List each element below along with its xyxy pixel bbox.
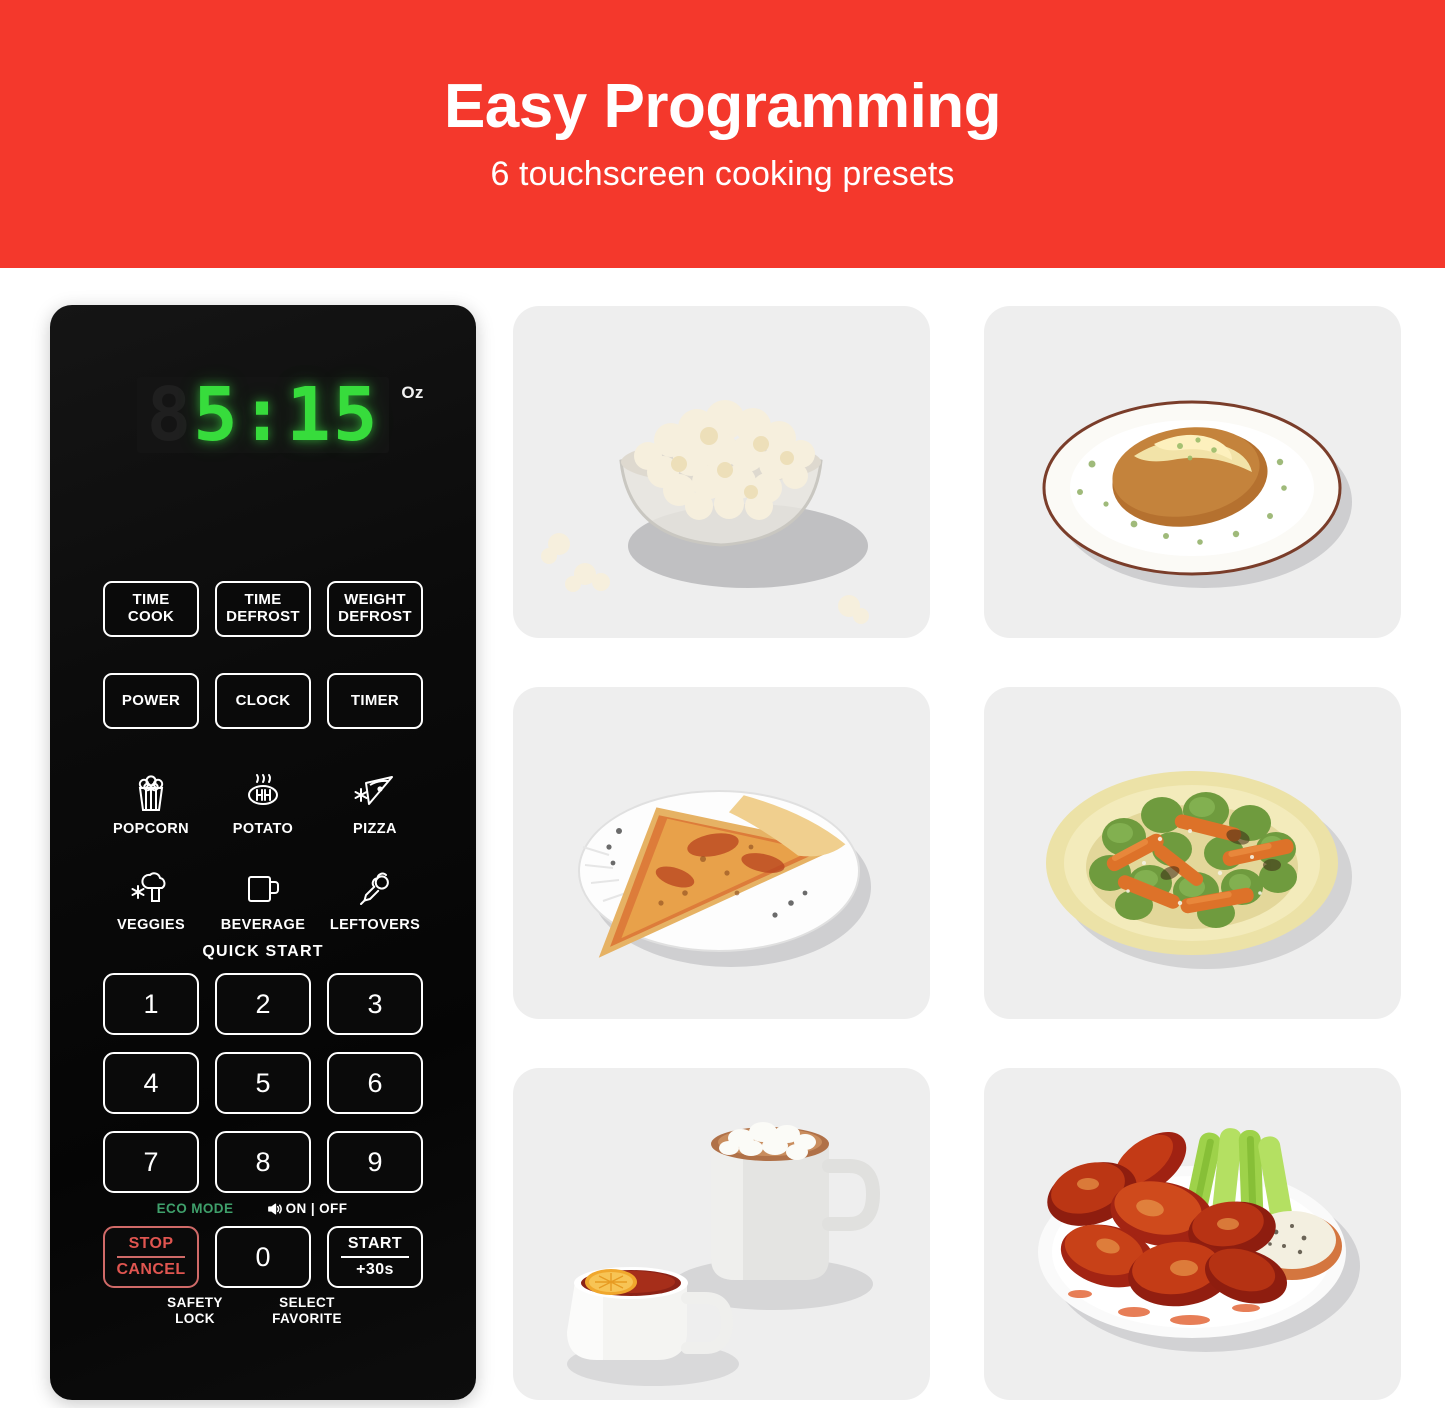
time-cook-line2: COOK (127, 608, 175, 625)
stop-cancel-button[interactable]: STOP CANCEL (103, 1226, 199, 1288)
pizza-slice-snowflake-icon (354, 770, 396, 816)
leftovers-preset-button[interactable]: LEFTOVERS (327, 853, 423, 933)
pizza-preset-button[interactable]: PIZZA (327, 757, 423, 837)
safety-lock-line2: LOCK (175, 1310, 215, 1326)
sound-toggle-text: ON | OFF (285, 1201, 348, 1216)
leftovers-preset-label: LEFTOVERS (329, 917, 421, 933)
quick-start-label: QUICK START (202, 943, 324, 960)
clock-button[interactable]: CLOCK (215, 673, 311, 729)
pizza-preset-label: PIZZA (353, 821, 397, 837)
beverage-photo (513, 1068, 930, 1400)
keypad-row-2: 4 5 6 (50, 1052, 476, 1114)
pizza-slice-photo (513, 687, 930, 1019)
veggies-preset-label: VEGGIES (116, 917, 186, 933)
beverage-preset-button[interactable]: BEVERAGE (215, 853, 311, 933)
key-5[interactable]: 5 (215, 1052, 311, 1114)
food-preset-image-grid (513, 306, 1401, 1400)
select-favorite-line1: SELECT (279, 1295, 335, 1310)
function-buttons-row-1: TIME COOK TIME DEFROST WEIGHT DEFROST (50, 581, 476, 637)
start-label: START (347, 1235, 403, 1253)
header-banner: Easy Programming 6 touchscreen cooking p… (0, 0, 1445, 268)
time-defrost-line1: TIME (244, 591, 282, 609)
mug-icon (244, 866, 282, 912)
weight-defrost-line1: WEIGHT (344, 591, 406, 609)
select-favorite-label: SELECT FAVORITE (259, 1295, 355, 1326)
popcorn-icon (134, 770, 168, 816)
weight-defrost-button[interactable]: WEIGHT DEFROST (327, 581, 423, 637)
cancel-label: CANCEL (116, 1261, 186, 1278)
potato-steam-icon (244, 770, 282, 816)
start-divider (340, 1256, 410, 1258)
broccoli-snowflake-icon (130, 866, 172, 912)
clock-label: CLOCK (235, 691, 291, 709)
display-time-value: 5:15 (193, 372, 380, 458)
display-unit-label: Oz (401, 383, 424, 402)
popcorn-tile (513, 306, 930, 638)
leftovers-tile (984, 1068, 1401, 1400)
stop-label: STOP (128, 1235, 174, 1253)
start-plus30-label: +30s (356, 1261, 394, 1278)
key-1[interactable]: 1 (103, 973, 199, 1035)
key-6[interactable]: 6 (327, 1052, 423, 1114)
power-button[interactable]: POWER (103, 673, 199, 729)
key-7[interactable]: 7 (103, 1131, 199, 1193)
preset-buttons-row-2: VEGGIES BEVERAGE LEFTOVERS (50, 853, 476, 933)
veggies-tile (984, 687, 1401, 1019)
baked-potato-photo (984, 306, 1401, 638)
keypad-row-3: 7 8 9 (50, 1131, 476, 1193)
timer-label: TIMER (350, 691, 400, 709)
key-4[interactable]: 4 (103, 1052, 199, 1114)
potato-tile (984, 306, 1401, 638)
key-0[interactable]: 0 (215, 1226, 311, 1288)
key-9[interactable]: 9 (327, 1131, 423, 1193)
safety-lock-label: SAFETY LOCK (147, 1295, 243, 1326)
timer-button[interactable]: TIMER (327, 673, 423, 729)
weight-defrost-line2: DEFROST (338, 608, 412, 625)
time-defrost-button[interactable]: TIME DEFROST (215, 581, 311, 637)
eco-mode-label: ECO MODE (156, 1201, 234, 1216)
keypad-row-1: 1 2 3 (50, 973, 476, 1035)
popcorn-preset-label: POPCORN (112, 821, 190, 837)
microwave-control-panel: 8 5:15 Oz TIME COOK TIME DEFROST WEIGHT … (50, 305, 476, 1400)
key-3[interactable]: 3 (327, 973, 423, 1035)
key-2[interactable]: 2 (215, 973, 311, 1035)
beverage-tile (513, 1068, 930, 1400)
page-subtitle: 6 touchscreen cooking presets (490, 155, 955, 194)
sound-toggle-label[interactable]: ON | OFF (259, 1201, 355, 1217)
chicken-leg-icon (356, 866, 394, 912)
lcd-screen: 8 5:15 Oz (136, 372, 423, 458)
time-cook-button[interactable]: TIME COOK (103, 581, 199, 637)
potato-preset-button[interactable]: POTATO (215, 757, 311, 837)
pizza-tile (513, 687, 930, 1019)
display-ghost-digit: 8 (146, 372, 194, 458)
product-feature-page: Easy Programming 6 touchscreen cooking p… (0, 0, 1445, 1408)
popcorn-preset-button[interactable]: POPCORN (103, 757, 199, 837)
start-button[interactable]: START +30s (327, 1226, 423, 1288)
roasted-veggies-photo (984, 687, 1401, 1019)
veggies-preset-button[interactable]: VEGGIES (103, 853, 199, 933)
potato-preset-label: POTATO (232, 821, 294, 837)
safety-lock-line1: SAFETY (167, 1295, 223, 1310)
preset-buttons-row-1: POPCORN POTATO PIZZA (50, 757, 476, 837)
chicken-wings-photo (984, 1068, 1401, 1400)
page-title: Easy Programming (443, 71, 1002, 141)
power-label: POWER (121, 691, 181, 709)
stop-divider (116, 1256, 186, 1258)
time-defrost-line2: DEFROST (226, 608, 300, 625)
bottom-button-row: STOP CANCEL 0 START +30s (50, 1226, 476, 1288)
popcorn-photo (513, 306, 930, 638)
select-favorite-line2: FAVORITE (272, 1310, 342, 1326)
speaker-icon (267, 1202, 282, 1216)
beverage-preset-label: BEVERAGE (220, 917, 306, 933)
led-display: 8 5:15 Oz (50, 377, 476, 453)
key-8[interactable]: 8 (215, 1131, 311, 1193)
time-cook-line1: TIME (132, 591, 170, 609)
function-buttons-row-2: POWER CLOCK TIMER (50, 673, 476, 729)
